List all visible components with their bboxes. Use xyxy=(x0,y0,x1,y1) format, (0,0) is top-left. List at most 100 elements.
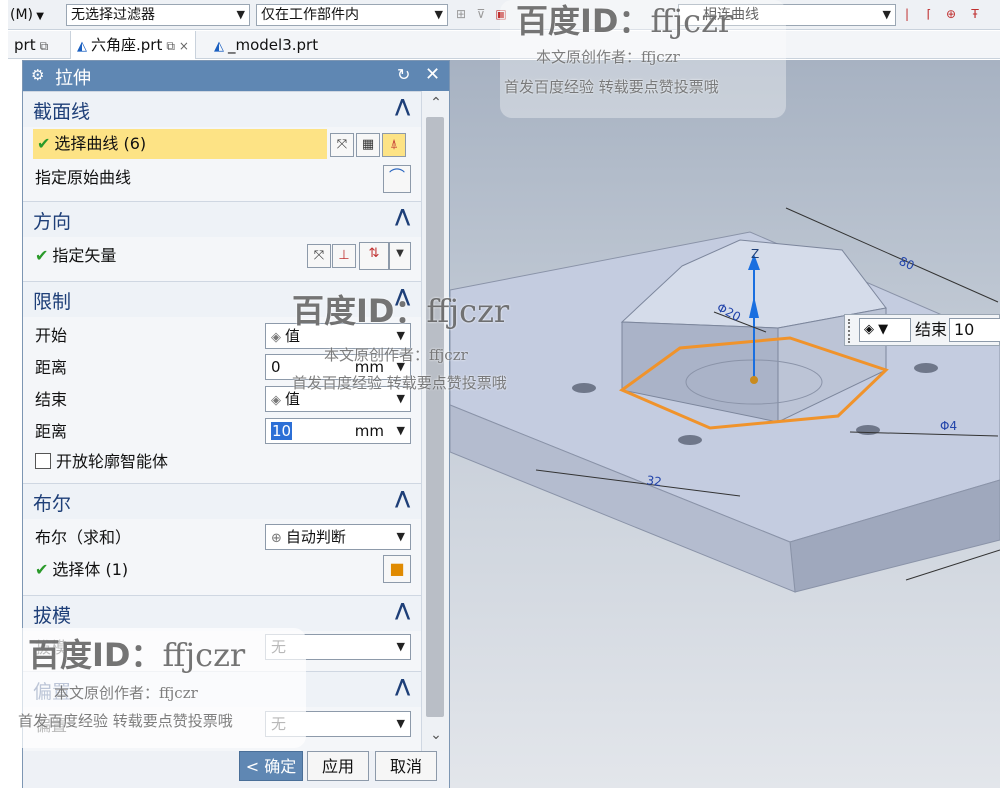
filter-icon[interactable]: ⊽ xyxy=(474,6,488,22)
start-type-dropdown[interactable]: ◈ 值 ▼ xyxy=(265,323,411,349)
end-type-dropdown[interactable]: ◈ ▼ xyxy=(859,318,911,342)
watermark-top-right: 百度ID：ffjczr 本文原创作者：ffjczr 首发百度经验 转载要点赞投票… xyxy=(500,0,786,118)
end-distance-value: 10 xyxy=(271,422,293,440)
reverse-direction-button[interactable]: ⤧ xyxy=(307,244,331,268)
graphics-viewport[interactable]: Z 80 Φ20 Φ4 32 ◈ ▼ 结束 10 xyxy=(450,60,1000,788)
tangent-icon[interactable]: Ŧ xyxy=(968,6,982,22)
apply-button[interactable]: 应用 xyxy=(307,751,369,781)
dim-phi4: Φ4 xyxy=(940,419,957,433)
end-distance-input[interactable]: 10 mm ▼ xyxy=(265,418,411,444)
end-label: 结束 xyxy=(915,320,948,339)
boolean-dropdown[interactable]: ⊕ 自动判断 ▼ xyxy=(265,524,411,550)
cube-icon: ◈ xyxy=(271,393,281,408)
feature-curve-icon[interactable]: ⊕ xyxy=(944,6,958,22)
tab-model3[interactable]: ◭ _model3.prt xyxy=(208,31,324,59)
origin-curve-row[interactable]: 指定原始曲线 xyxy=(35,163,415,193)
solid-body-icon[interactable]: ■ xyxy=(383,555,411,583)
hole xyxy=(678,435,702,445)
menu-button[interactable]: (M) ▼ xyxy=(10,4,44,26)
scroll-up-icon[interactable]: ⌃ xyxy=(422,95,450,113)
select-curve-row[interactable]: ✔ 选择曲线 (6) xyxy=(33,129,327,159)
dialog-scrollbar[interactable]: ⌃ ⌄ xyxy=(421,91,449,751)
close-icon[interactable]: ✕ xyxy=(425,64,440,85)
specify-vector-label: 指定矢量 xyxy=(52,246,117,265)
section-title: 限制 xyxy=(33,291,72,313)
collapse-icon[interactable]: ⋀ xyxy=(395,96,410,117)
tab-prt[interactable]: prt ⧉ xyxy=(8,31,54,59)
stop-at-intersection-icon[interactable]: | xyxy=(900,6,914,22)
end-value-popup: ◈ ▼ 结束 10 xyxy=(844,314,1000,346)
section-title: 方向 xyxy=(33,211,72,233)
sketch-section-button[interactable]: ▦ xyxy=(356,133,380,157)
menu-label: (M) xyxy=(10,7,34,23)
vector-type-icon[interactable]: ⇅ xyxy=(359,242,389,270)
open-profile-checkbox[interactable] xyxy=(35,453,51,469)
collapse-icon[interactable]: ⋀ xyxy=(395,286,410,307)
dialog-title-bar: ⚙ 拉伸 ↻ ✕ xyxy=(23,61,449,91)
follow-fillet-icon[interactable]: ⌈ xyxy=(922,6,936,22)
modified-flag-icon: ⧉ xyxy=(39,39,49,53)
chevron-down-icon: ▼ xyxy=(878,322,889,337)
section-direction-header[interactable]: 方向 ⋀ xyxy=(23,201,421,237)
gear-icon[interactable]: ⚙ xyxy=(31,66,44,84)
modified-flag-icon: ⧉ xyxy=(166,39,175,53)
collapse-icon[interactable]: ⋀ xyxy=(395,488,410,509)
section-curve-header[interactable]: 截面线 ⋀ xyxy=(23,91,421,127)
specify-vector-row[interactable]: ✔ 指定矢量 xyxy=(35,241,415,271)
boolean-value: 自动判断 xyxy=(285,528,346,546)
distance-label: 距离 xyxy=(35,422,68,441)
chevron-down-icon: ▼ xyxy=(434,8,443,21)
hole xyxy=(856,425,880,435)
origin-curve-icon[interactable]: ⌒ xyxy=(383,165,411,193)
origin-curve-label: 指定原始曲线 xyxy=(35,168,132,187)
chevron-down-icon[interactable]: ▼ xyxy=(389,242,411,270)
tab-hexagon-seat[interactable]: ◭ 六角座.prt ⧉ × xyxy=(70,31,196,59)
watermark-notice: 首发百度经验 转载要点赞投票哦 xyxy=(18,712,233,730)
end-type-dropdown[interactable]: ◈ 值 ▼ xyxy=(265,386,411,412)
section-boolean-header[interactable]: 布尔 ⋀ xyxy=(23,483,421,519)
start-distance-input[interactable]: 0 mm ▼ xyxy=(265,354,411,380)
chevron-down-icon: ▼ xyxy=(396,329,405,342)
vector-dialog-button[interactable]: ⊥ xyxy=(332,244,356,268)
end-value-input[interactable]: 10 xyxy=(949,318,1000,342)
watermark-brand: 百度ID： xyxy=(516,2,651,40)
ok-button[interactable]: < 确定 > xyxy=(239,751,303,788)
watermark-bottom-left: 百度ID：ffjczr 本文原创作者：ffjczr 首发百度经验 转载要点赞投票… xyxy=(10,628,306,748)
open-profile-row[interactable]: 开放轮廓智能体 xyxy=(35,447,415,477)
drag-handle[interactable] xyxy=(848,319,852,343)
section-title: 截面线 xyxy=(33,101,91,123)
selection-scope-dropdown[interactable]: 仅在工作部件内 ▼ xyxy=(256,4,448,26)
selection-filter-dropdown[interactable]: 无选择过滤器 ▼ xyxy=(66,4,250,26)
origin-point xyxy=(750,376,758,384)
reset-icon[interactable]: ↻ xyxy=(397,65,410,84)
chevron-down-icon: ▼ xyxy=(396,392,405,405)
check-icon: ✔ xyxy=(37,134,51,153)
unit-label: mm xyxy=(354,422,384,440)
model-view: Z 80 Φ20 Φ4 32 xyxy=(450,207,1000,593)
watermark-notice: 首发百度经验 转载要点赞投票哦 xyxy=(504,78,719,96)
collapse-icon[interactable]: ⋀ xyxy=(395,676,410,697)
scroll-down-icon[interactable]: ⌄ xyxy=(422,727,450,745)
cube-icon: ◈ xyxy=(864,322,874,337)
check-icon: ✔ xyxy=(35,560,49,579)
cancel-button[interactable]: 取消 xyxy=(375,751,437,781)
z-axis-label: Z xyxy=(751,247,759,261)
hole xyxy=(914,363,938,373)
collapse-icon[interactable]: ⋀ xyxy=(395,600,410,621)
section-draft-header[interactable]: 拔模 ⋀ xyxy=(23,595,421,631)
watermark-author: 本文原创作者：ffjczr xyxy=(536,48,680,66)
section-limits-header[interactable]: 限制 ⋀ xyxy=(23,281,421,317)
close-icon[interactable]: × xyxy=(179,39,189,53)
chevron-down-icon: ▼ xyxy=(396,424,405,437)
select-body-row[interactable]: ✔ 选择体 (1) xyxy=(35,555,415,585)
select-curve-icon[interactable]: ⍋ xyxy=(382,133,406,157)
cube-icon: ◈ xyxy=(271,330,281,345)
watermark-user: ffjczr xyxy=(650,2,734,40)
scroll-thumb[interactable] xyxy=(426,117,444,717)
dim-80: 80 xyxy=(897,254,917,273)
snap-icon[interactable]: ⊞ xyxy=(454,6,468,22)
curve-rule-button[interactable]: ⤧ xyxy=(330,133,354,157)
end-type-value: 值 xyxy=(285,390,301,408)
collapse-icon[interactable]: ⋀ xyxy=(395,206,410,227)
unit-label: mm xyxy=(354,358,384,376)
